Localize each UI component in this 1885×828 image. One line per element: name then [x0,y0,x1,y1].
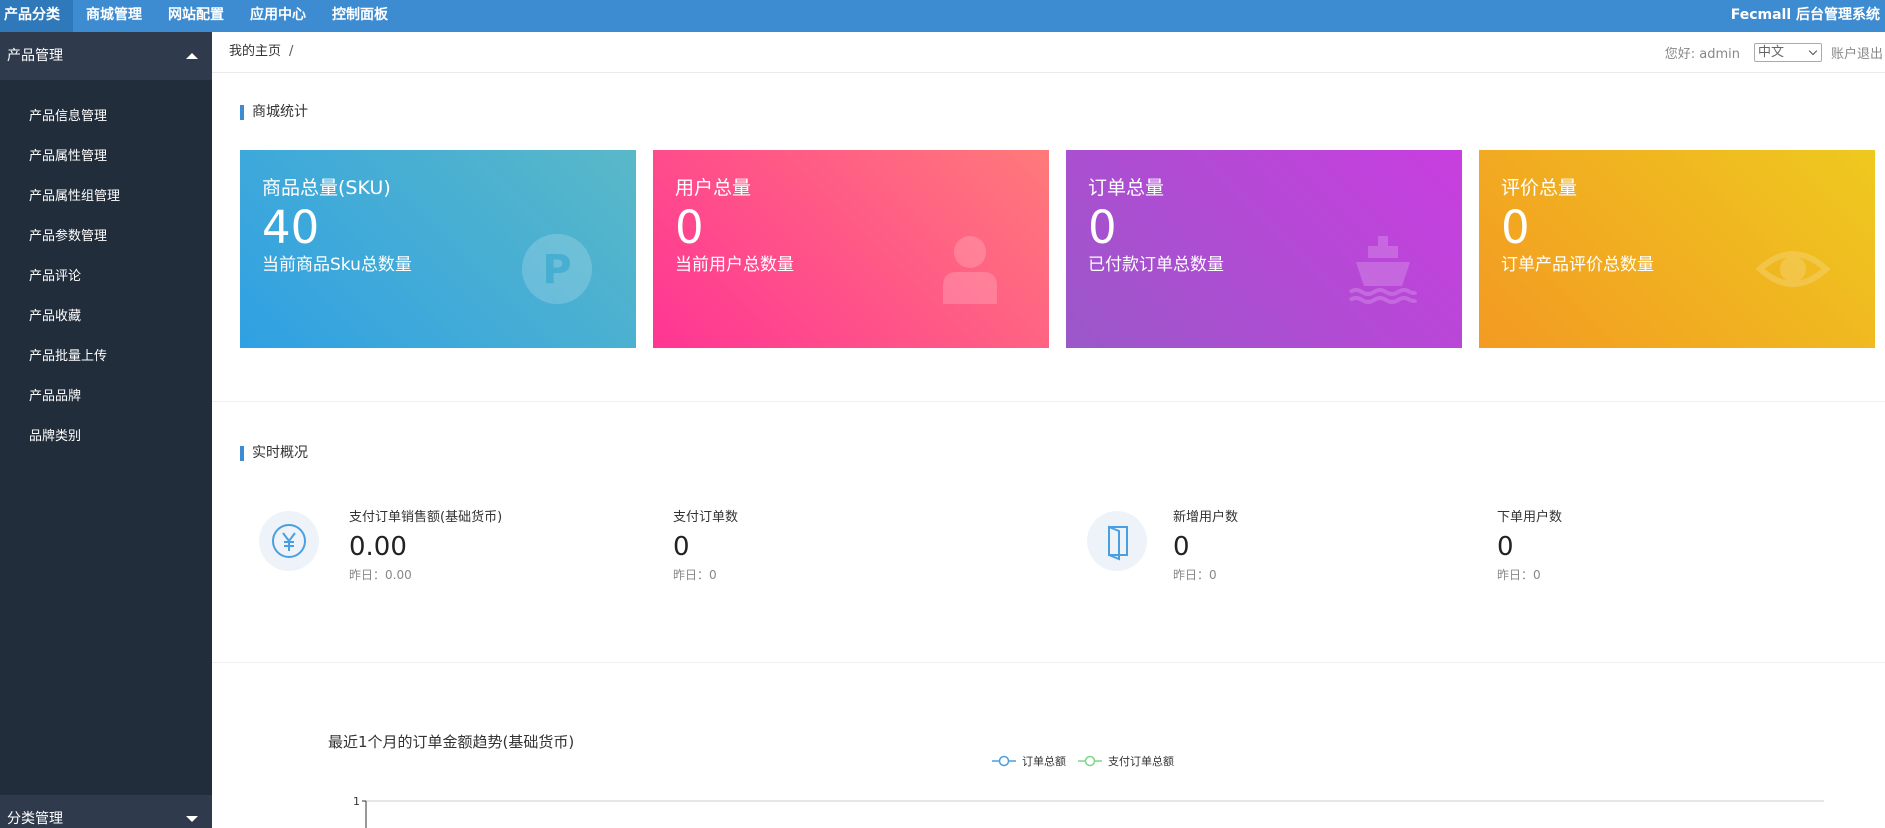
chart-title: 最近1个月的订单金额趋势(基础货币) [328,733,575,751]
ship-icon [1348,236,1418,304]
header-bar: 我的主页 / 您好: admin 中文 账户退出 [212,32,1885,73]
user-area: 您好: admin 中文 账户退出 [1665,32,1883,72]
legend-line-green-icon [1078,755,1102,767]
realtime-value: 0 [1173,532,1190,562]
realtime-yesterday: 昨日：0 [673,568,717,582]
realtime-label: 新增用户数 [1173,510,1239,525]
legend-line-blue-icon [992,755,1016,767]
sidebar-items: 产品信息管理 产品属性管理 产品属性组管理 产品参数管理 产品评论 产品收藏 产… [0,97,212,457]
section-divider [212,401,1885,402]
stat-card-reviews[interactable]: 评价总量 0 订单产品评价总数量 [1479,150,1875,348]
topnav-site-config[interactable]: 网站配置 [155,0,237,32]
section-title-realtime: 实时概况 [240,446,308,461]
realtime-label: 支付订单销售额(基础货币) [349,510,503,525]
legend-paid-order-total[interactable]: 支付订单总额 [1078,753,1174,769]
topnav-product-category[interactable]: 产品分类 [0,0,73,32]
sidebar-item-product-brand[interactable]: 产品品牌 [0,377,212,417]
realtime-label: 支付订单数 [673,510,739,525]
realtime-value: 0 [673,532,690,562]
legend-label: 支付订单总额 [1108,755,1174,768]
sidebar-item-product-review[interactable]: 产品评论 [0,257,212,297]
realtime-paid-orders: 支付订单数 0 昨日：0 [673,509,738,584]
brand-title: Fecmall 后台管理系统 [1730,7,1880,23]
topnav-app-center[interactable]: 应用中心 [237,0,319,32]
realtime-yesterday: 昨日：0 [1173,568,1217,582]
section-title-stats: 商城统计 [240,105,308,120]
realtime-icon-wrapper [259,511,319,571]
card-title: 订单总量 [1088,177,1165,199]
user-greeting: 您好: admin [1664,46,1740,62]
main-content: 我的主页 / 您好: admin 中文 账户退出 商城统计 商品总量(SKU) 4… [212,32,1885,828]
realtime-icon-wrapper [1087,511,1147,571]
legend-label: 订单总额 [1022,755,1066,768]
realtime-yesterday: 昨日：0.00 [349,568,412,582]
sidebar-item-product-favorite[interactable]: 产品收藏 [0,297,212,337]
realtime-yesterday: 昨日：0 [1497,568,1541,582]
top-nav: 产品分类 商城管理 网站配置 应用中心 控制面板 [0,0,401,32]
yen-icon [272,524,306,558]
breadcrumb-separator: / [289,44,294,59]
language-select[interactable]: 中文 [1753,42,1822,62]
breadcrumb-home[interactable]: 我的主页 [229,44,281,59]
caret-up-icon [186,53,198,59]
chart-legend: 订单总额 支付订单总额 [992,753,1186,769]
y-tick-label: 1 [353,795,360,808]
sidebar-item-batch-upload[interactable]: 产品批量上传 [0,337,212,377]
sidebar-item-brand-category[interactable]: 品牌类别 [0,417,212,457]
sidebar-group-category-management[interactable]: 分类管理 [0,795,212,828]
card-title: 商品总量(SKU) [262,177,391,199]
sidebar: 产品管理 产品信息管理 产品属性管理 产品属性组管理 产品参数管理 产品评论 产… [0,32,212,828]
user-icon [943,236,997,304]
realtime-paid-sales: 支付订单销售额(基础货币) 0.00 昨日：0.00 [349,509,502,584]
parking-icon: P [522,234,592,304]
svg-text:P: P [542,247,571,293]
realtime-label: 下单用户数 [1497,510,1563,525]
door-icon [1108,525,1128,561]
sidebar-group-label: 产品管理 [7,48,63,64]
card-title: 用户总量 [675,177,752,199]
chart-plot: 1 [353,795,1824,828]
stat-card-orders[interactable]: 订单总量 0 已付款订单总数量 [1066,150,1462,348]
top-navbar: 产品分类 商城管理 网站配置 应用中心 控制面板 Fecmall 后台管理系统 [0,0,1885,32]
topnav-control-panel[interactable]: 控制面板 [319,0,401,32]
stat-card-users[interactable]: 用户总量 0 当前用户总数量 [653,150,1049,348]
realtime-value: 0.00 [349,532,407,562]
realtime-value: 0 [1497,532,1514,562]
caret-down-icon [186,816,198,822]
sidebar-group-label: 分类管理 [7,811,63,827]
legend-order-total[interactable]: 订单总额 [992,753,1066,769]
stat-card-sku[interactable]: 商品总量(SKU) 40 当前商品Sku总数量 P [240,150,636,348]
card-title: 评价总量 [1501,177,1578,199]
topnav-mall-management[interactable]: 商城管理 [73,0,155,32]
sidebar-item-product-params[interactable]: 产品参数管理 [0,217,212,257]
sidebar-item-product-attribute[interactable]: 产品属性管理 [0,137,212,177]
sidebar-item-attribute-group[interactable]: 产品属性组管理 [0,177,212,217]
breadcrumb: 我的主页 / [229,32,293,72]
realtime-ordering-users: 下单用户数 0 昨日：0 [1497,509,1562,584]
language-value: 中文 [1757,44,1784,60]
section-divider [212,662,1885,663]
realtime-new-users: 新增用户数 0 昨日：0 [1173,509,1238,584]
sidebar-item-product-info[interactable]: 产品信息管理 [0,97,212,137]
logout-link[interactable]: 账户退出 [1831,43,1883,62]
eye-icon [1755,251,1831,287]
sidebar-group-product-management[interactable]: 产品管理 [0,32,212,80]
